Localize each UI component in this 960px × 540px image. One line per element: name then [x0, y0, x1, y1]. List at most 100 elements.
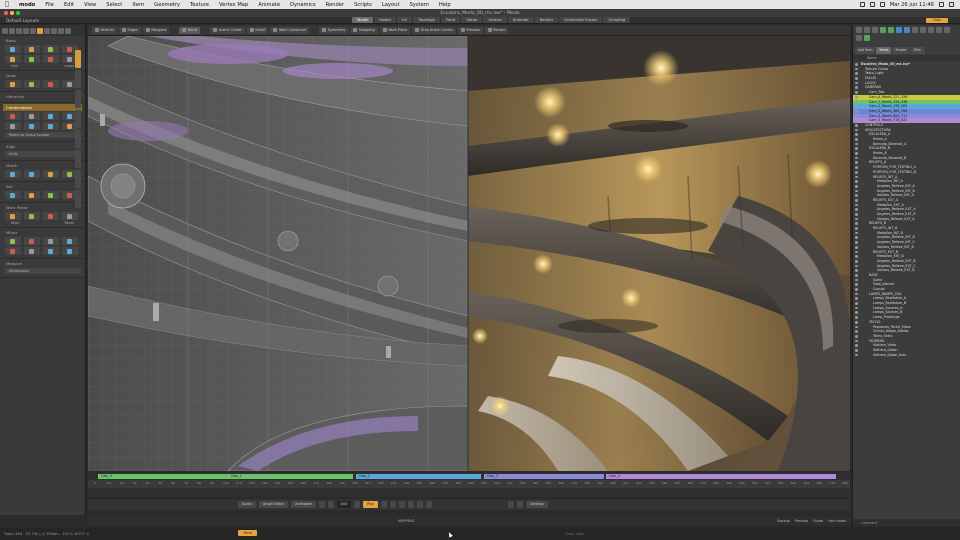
viewport-vertices-button[interactable]: Vertices: [92, 26, 118, 34]
keyframe-add-icon[interactable]: [399, 501, 406, 508]
wifi-icon[interactable]: [859, 2, 865, 7]
viewport-preview-button[interactable]: Preview: [458, 26, 483, 34]
mac-menu-item[interactable]: Item: [127, 2, 149, 8]
toolbox-wide-button[interactable]: Dimensions: [5, 268, 81, 274]
item-mode-icon[interactable]: [30, 27, 36, 34]
toolbox-section-title[interactable]: Match: [3, 162, 82, 169]
visibility-eye-icon[interactable]: [855, 344, 858, 347]
close-icon[interactable]: [4, 11, 8, 15]
viewport-work-plane-button[interactable]: Work Plane: [379, 26, 411, 34]
side-tab-paint[interactable]: [75, 110, 81, 128]
mac-menu-help[interactable]: Help: [434, 2, 456, 8]
visibility-eye-icon[interactable]: [855, 91, 858, 94]
toolbox-section-title[interactable]: Hierarchy: [3, 93, 82, 100]
tool-button[interactable]: [43, 55, 59, 63]
visibility-eye-icon[interactable]: [855, 311, 858, 315]
viewport-symmetry-button[interactable]: Symmetry: [319, 26, 349, 34]
3d-viewport[interactable]: [88, 36, 850, 471]
visibility-eye-icon[interactable]: [855, 316, 858, 319]
keyframe-next-icon[interactable]: [417, 501, 424, 508]
side-tab-model[interactable]: [75, 70, 81, 88]
tool-button[interactable]: [5, 80, 21, 88]
tool-button[interactable]: [5, 170, 21, 178]
tool-button[interactable]: [24, 45, 40, 53]
render-icon[interactable]: [936, 27, 942, 33]
pivot-mode-icon[interactable]: [51, 27, 57, 34]
toolbox-section-title[interactable]: Measure: [3, 260, 82, 267]
add-icon[interactable]: [864, 35, 870, 41]
polygon-mode-icon[interactable]: [23, 27, 29, 34]
mac-menu-layout[interactable]: Layout: [377, 2, 405, 8]
toolbox-wide-button[interactable]: Parent to Group Locator: [5, 132, 81, 138]
visibility-eye-icon[interactable]: [855, 320, 858, 324]
zoom-icon[interactable]: [16, 11, 20, 15]
toolbox-section-title[interactable]: Basic: [3, 37, 82, 44]
viewport-render-button[interactable]: Render: [484, 26, 509, 34]
material-mode-icon[interactable]: [44, 27, 50, 34]
key-prev-icon[interactable]: [327, 501, 334, 508]
select-mode-icon[interactable]: [2, 27, 8, 34]
animated-dropdown[interactable]: Animated: [291, 501, 316, 508]
tool-button[interactable]: [5, 212, 21, 220]
visibility-eye-icon[interactable]: [855, 250, 858, 254]
camera-clip[interactable]: Cam_1: [228, 474, 353, 479]
tool-button[interactable]: [43, 112, 59, 120]
group-icon[interactable]: [888, 27, 894, 33]
tab-shader[interactable]: Shader: [892, 47, 910, 54]
camera-clip[interactable]: Cam_2: [356, 474, 481, 479]
visibility-eye-icon[interactable]: [855, 128, 858, 132]
tab-items[interactable]: Items: [876, 47, 892, 54]
visibility-eye-icon[interactable]: [855, 152, 858, 155]
viewport-falloff-button[interactable]: Falloff: [246, 26, 269, 34]
visibility-eye-icon[interactable]: [855, 86, 858, 90]
search-icon[interactable]: [939, 2, 944, 7]
visibility-eye-icon[interactable]: [855, 339, 858, 343]
visibility-eye-icon[interactable]: [855, 269, 858, 272]
visibility-eye-icon[interactable]: [855, 283, 858, 286]
mac-menu-geometry[interactable]: Geometry: [149, 2, 185, 8]
layout-tab-games[interactable]: Games: [483, 17, 507, 23]
camera-clip[interactable]: Cam_4: [606, 474, 836, 479]
keyframe-icon[interactable]: [390, 501, 397, 508]
light-icon[interactable]: [904, 27, 910, 33]
side-tab-layout[interactable]: [75, 50, 81, 68]
apple-icon[interactable]: : [0, 1, 14, 8]
camera-icon[interactable]: [896, 27, 902, 33]
visibility-eye-icon[interactable]: [855, 180, 858, 183]
layout-tab-topology[interactable]: Topology: [413, 17, 440, 23]
visibility-eye-icon[interactable]: [855, 184, 858, 188]
visibility-eye-icon[interactable]: [855, 227, 858, 230]
only-button[interactable]: Only: [926, 18, 948, 23]
toolbox-section-title[interactable]: Align: [3, 143, 82, 150]
menu-list-icon[interactable]: [949, 2, 954, 7]
settings-button[interactable]: Settings: [526, 501, 548, 508]
item-mode-active-icon[interactable]: [37, 27, 43, 34]
mac-menu-select[interactable]: Select: [101, 2, 127, 8]
toolbox-section-title[interactable]: Mirror: [3, 229, 82, 236]
visibility-eye-icon[interactable]: [855, 67, 858, 71]
toolbox-section-title[interactable]: Combinations: [3, 104, 82, 111]
mac-menu-scripts[interactable]: Scripts: [349, 2, 377, 8]
toolbox-section-title[interactable]: Draw: [3, 72, 82, 79]
visibility-eye-icon[interactable]: [855, 63, 858, 66]
mesh-icon[interactable]: [880, 27, 886, 33]
visibility-eye-icon[interactable]: [855, 170, 858, 174]
visibility-eye-icon[interactable]: [855, 353, 858, 357]
tool-button[interactable]: [5, 237, 21, 245]
visibility-eye-icon[interactable]: [855, 114, 858, 118]
visibility-eye-icon[interactable]: [855, 95, 858, 99]
keyframe-delete-icon[interactable]: [408, 501, 415, 508]
viewport-edges-button[interactable]: Edges: [119, 26, 141, 34]
layout-tab-render[interactable]: Render: [534, 17, 559, 23]
battery-icon[interactable]: [869, 2, 875, 7]
layout-tab-model[interactable]: Model: [352, 17, 374, 23]
key-icon[interactable]: [318, 501, 325, 508]
tool-button[interactable]: [24, 112, 40, 120]
locator-icon[interactable]: [912, 27, 918, 33]
visibility-eye-icon[interactable]: [855, 306, 858, 310]
visibility-eye-icon[interactable]: [855, 255, 858, 258]
tool-button[interactable]: [43, 122, 59, 130]
viewport-work-constraint-button[interactable]: Work Constraint: [270, 26, 310, 34]
tool-button[interactable]: [43, 170, 59, 178]
time-button[interactable]: Time: [238, 530, 257, 536]
